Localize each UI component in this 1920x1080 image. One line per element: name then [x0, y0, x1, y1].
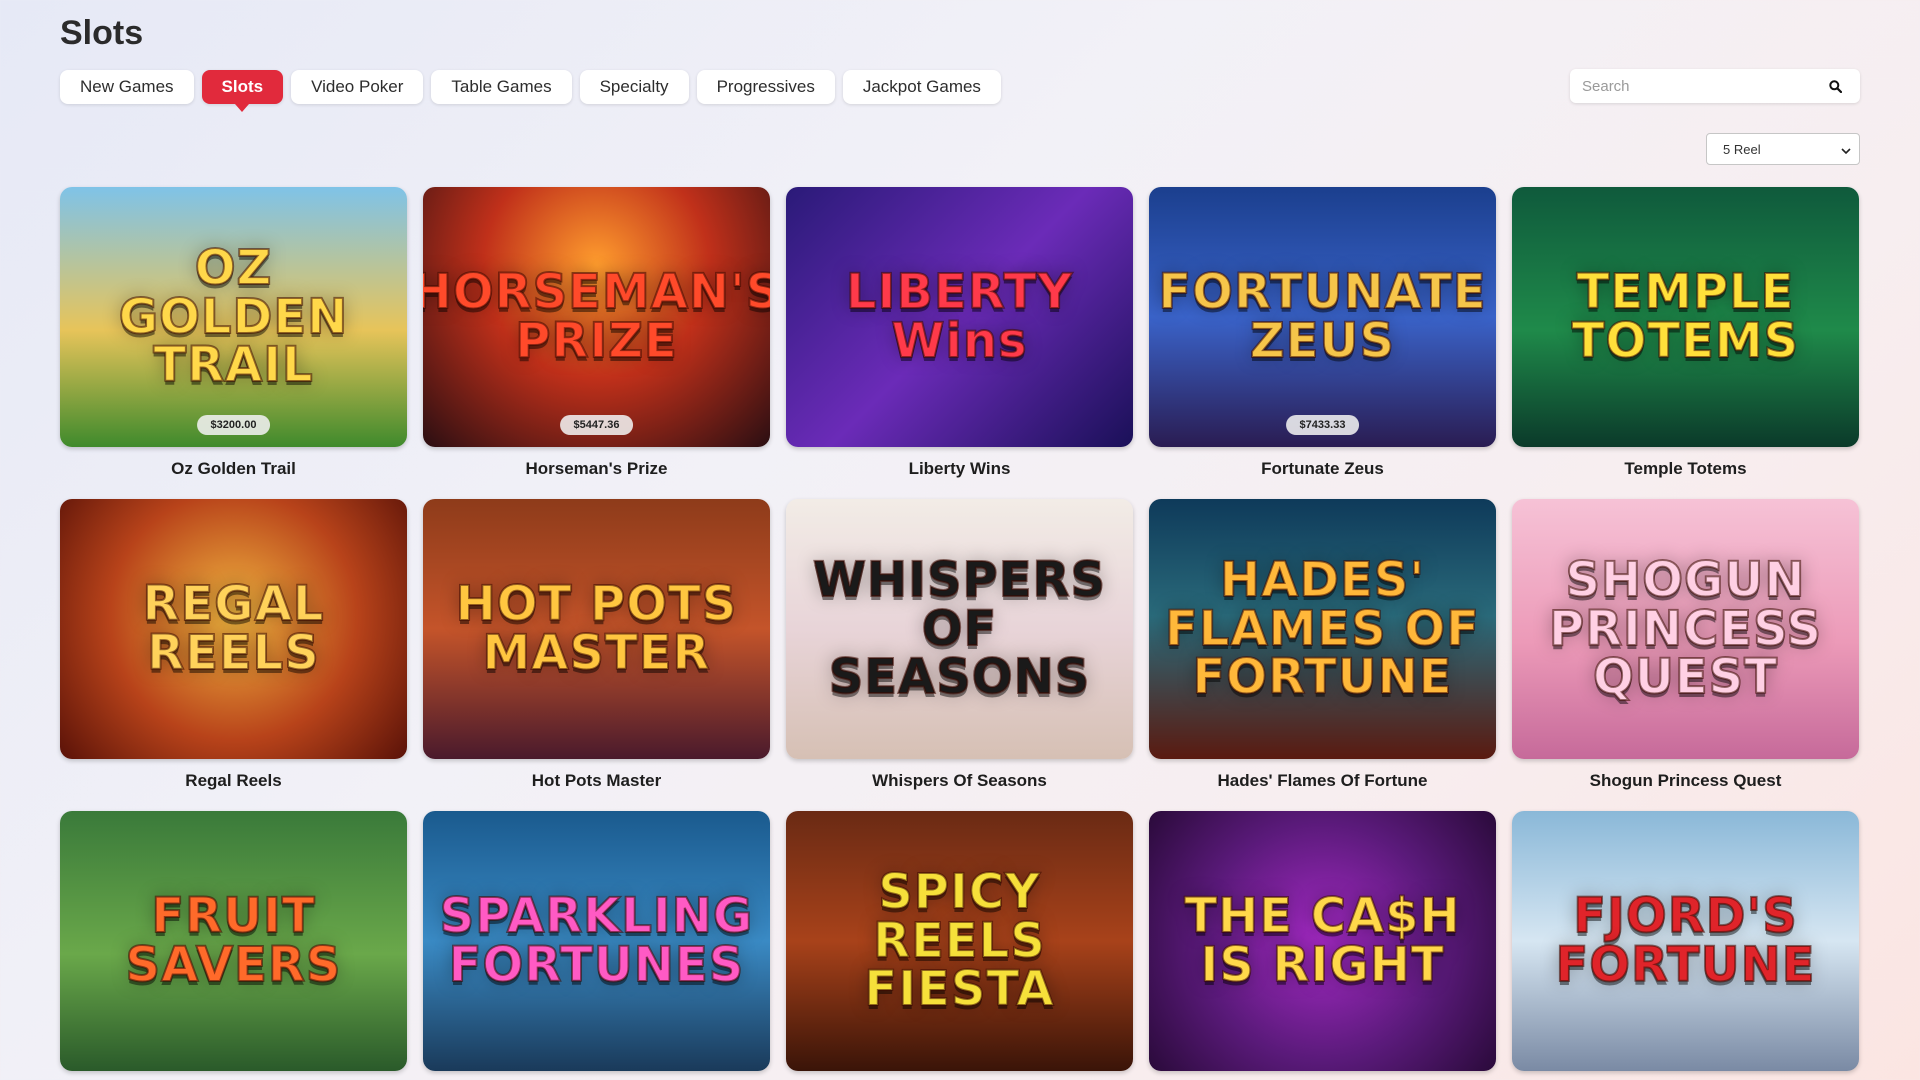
- game-logo-art: WHISPERS OF SEASONS: [812, 551, 1107, 706]
- game-card[interactable]: THE CA$H IS RIGHTThe Cash Is Right: [1149, 811, 1496, 1080]
- game-logo-art: FRUIT SAVERS: [125, 888, 342, 993]
- game-card[interactable]: FRUIT SAVERSFruit Savers: [60, 811, 407, 1080]
- game-title[interactable]: Horseman's Prize: [423, 459, 770, 479]
- game-title[interactable]: Oz Golden Trail: [60, 459, 407, 479]
- game-logo-art: TEMPLE TOTEMS: [1571, 264, 1800, 369]
- reel-filter-value: 5 Reel: [1723, 141, 1761, 157]
- game-card[interactable]: OZ GOLDEN TRAIL $3200.00 Oz Golden Trail: [60, 187, 407, 499]
- games-grid: OZ GOLDEN TRAIL $3200.00 Oz Golden Trail HO…: [60, 187, 1859, 1080]
- game-card[interactable]: SPARKLING FORTUNESSparkling Fortunes: [423, 811, 770, 1080]
- game-card[interactable]: HADES' FLAMES OF FORTUNE Hades' Flames Of…: [1149, 499, 1496, 811]
- game-logo-art: LIBERTY Wins: [845, 264, 1074, 369]
- game-card[interactable]: SHOGUN PRINCESS QUEST Shogun Princess Que…: [1512, 499, 1859, 811]
- game-logo-art: SPICY REELS FIESTA: [863, 863, 1055, 1018]
- game-card[interactable]: TEMPLE TOTEMS Temple Totems: [1512, 187, 1859, 499]
- game-thumbnail[interactable]: HOT POTS MASTER: [423, 499, 770, 759]
- page-title: Slots: [60, 14, 144, 52]
- game-title[interactable]: Regal Reels: [60, 771, 407, 791]
- game-card[interactable]: FJORD'S FORTUNEFjord's Fortune: [1512, 811, 1859, 1080]
- game-logo-art: HOT POTS MASTER: [455, 576, 738, 681]
- category-tabs: New Games Slots Video Poker Table Games Spec…: [60, 70, 1001, 104]
- game-thumbnail[interactable]: HORSEMAN'S PRIZE $5447.36: [423, 187, 770, 447]
- tab-progressives[interactable]: Progressives: [696, 70, 835, 104]
- game-card[interactable]: WHISPERS OF SEASONS Whispers Of Seasons: [786, 499, 1133, 811]
- game-thumbnail[interactable]: SPICY REELS FIESTA: [786, 811, 1133, 1071]
- game-title[interactable]: Shogun Princess Quest: [1512, 771, 1859, 791]
- game-thumbnail[interactable]: SPARKLING FORTUNES: [423, 811, 770, 1071]
- game-logo-art: HORSEMAN'S PRIZE: [423, 264, 770, 369]
- game-logo-art: FJORD'S FORTUNE: [1554, 888, 1816, 993]
- game-logo-art: SPARKLING FORTUNES: [439, 888, 754, 993]
- jackpot-badge: $3200.00: [196, 415, 271, 435]
- tab-slots[interactable]: Slots: [201, 70, 284, 104]
- game-thumbnail[interactable]: OZ GOLDEN TRAIL $3200.00: [60, 187, 407, 447]
- search-icon[interactable]: [1820, 69, 1850, 103]
- reel-filter-select[interactable]: 5 Reel: [1706, 133, 1860, 165]
- game-card[interactable]: FORTUNATE ZEUS $7433.33 Fortunate Zeus: [1149, 187, 1496, 499]
- game-card[interactable]: REGAL REELS Regal Reels: [60, 499, 407, 811]
- game-thumbnail[interactable]: FJORD'S FORTUNE: [1512, 811, 1859, 1071]
- game-card[interactable]: LIBERTY Wins Liberty Wins: [786, 187, 1133, 499]
- game-card[interactable]: HORSEMAN'S PRIZE $5447.36 Horseman's Prize: [423, 187, 770, 499]
- tab-jackpot-games[interactable]: Jackpot Games: [842, 70, 1001, 104]
- jackpot-badge: $5447.36: [559, 415, 634, 435]
- game-thumbnail[interactable]: SHOGUN PRINCESS QUEST: [1512, 499, 1859, 759]
- game-title[interactable]: Temple Totems: [1512, 459, 1859, 479]
- game-thumbnail[interactable]: LIBERTY Wins: [786, 187, 1133, 447]
- game-card[interactable]: SPICY REELS FIESTASpicy Reels Fiesta: [786, 811, 1133, 1080]
- tab-table-games[interactable]: Table Games: [431, 70, 572, 104]
- game-title[interactable]: Hot Pots Master: [423, 771, 770, 791]
- game-logo-art: SHOGUN PRINCESS QUEST: [1548, 551, 1823, 706]
- game-logo-art: THE CA$H IS RIGHT: [1183, 888, 1461, 993]
- game-logo-art: HADES' FLAMES OF FORTUNE: [1164, 551, 1480, 706]
- search-box[interactable]: [1570, 69, 1860, 103]
- game-card[interactable]: HOT POTS MASTER Hot Pots Master: [423, 499, 770, 811]
- jackpot-badge: $7433.33: [1285, 415, 1360, 435]
- tab-new-games[interactable]: New Games: [60, 70, 194, 104]
- tab-video-poker[interactable]: Video Poker: [291, 70, 424, 104]
- chevron-down-icon: [1841, 142, 1851, 157]
- game-thumbnail[interactable]: FORTUNATE ZEUS $7433.33: [1149, 187, 1496, 447]
- game-title[interactable]: Hades' Flames Of Fortune: [1149, 771, 1496, 791]
- search-input[interactable]: [1570, 77, 1820, 95]
- game-thumbnail[interactable]: THE CA$H IS RIGHT: [1149, 811, 1496, 1071]
- game-thumbnail[interactable]: REGAL REELS: [60, 499, 407, 759]
- game-logo-art: REGAL REELS: [142, 576, 325, 681]
- game-thumbnail[interactable]: FRUIT SAVERS: [60, 811, 407, 1071]
- game-thumbnail[interactable]: HADES' FLAMES OF FORTUNE: [1149, 499, 1496, 759]
- game-logo-art: OZ GOLDEN TRAIL: [118, 239, 349, 394]
- game-title[interactable]: Whispers Of Seasons: [786, 771, 1133, 791]
- game-logo-art: FORTUNATE ZEUS: [1157, 264, 1487, 369]
- game-thumbnail[interactable]: WHISPERS OF SEASONS: [786, 499, 1133, 759]
- game-title[interactable]: Fortunate Zeus: [1149, 459, 1496, 479]
- game-thumbnail[interactable]: TEMPLE TOTEMS: [1512, 187, 1859, 447]
- tab-specialty[interactable]: Specialty: [579, 70, 689, 104]
- game-title[interactable]: Liberty Wins: [786, 459, 1133, 479]
